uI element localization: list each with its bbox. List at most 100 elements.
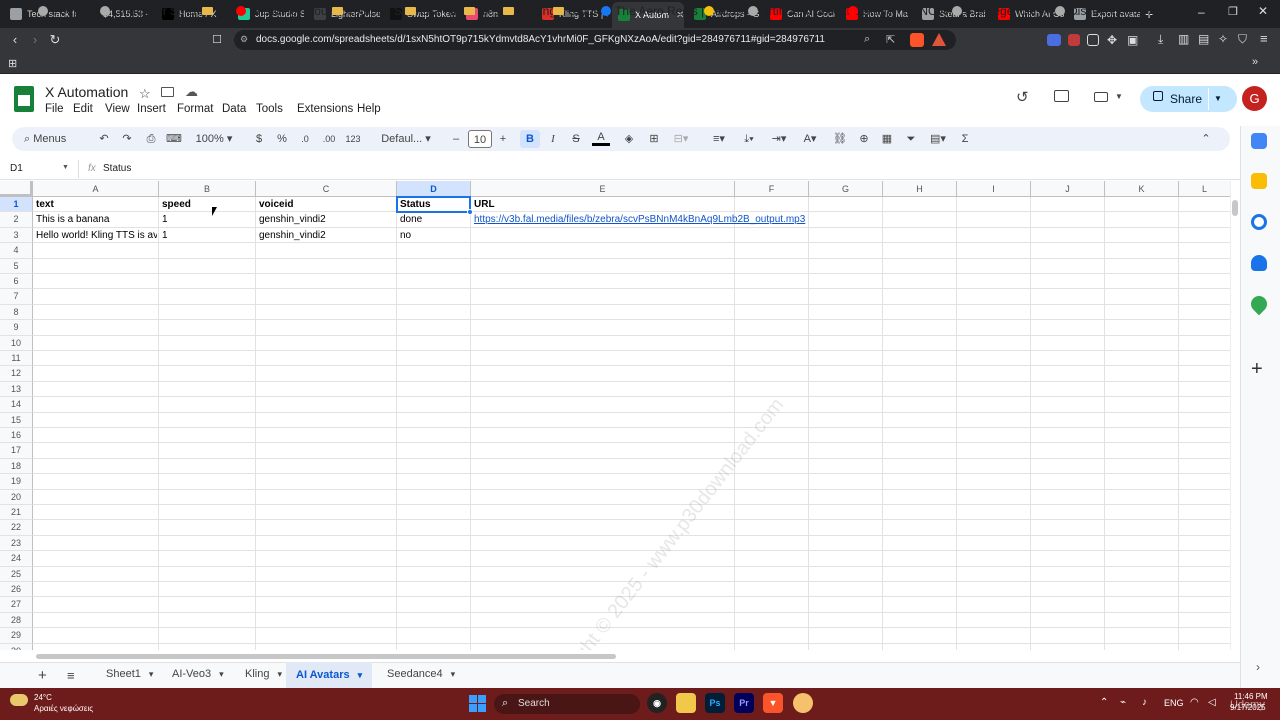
- wifi-icon[interactable]: ◠: [1190, 697, 1199, 708]
- row-header[interactable]: 20: [0, 489, 33, 505]
- data-cell[interactable]: genshin_vindi2: [256, 212, 395, 227]
- column-header[interactable]: L: [1179, 181, 1230, 197]
- column-header[interactable]: B: [159, 181, 256, 197]
- cloud-status-icon[interactable]: ☁: [185, 84, 198, 100]
- column-header[interactable]: F: [735, 181, 809, 197]
- brave-shield-icon[interactable]: [910, 33, 924, 47]
- row-header[interactable]: 25: [0, 566, 33, 582]
- reload-icon[interactable]: ↻: [46, 31, 64, 49]
- row-header[interactable]: 17: [0, 443, 33, 459]
- data-cell[interactable]: 1: [159, 228, 254, 243]
- document-title[interactable]: X Automation: [45, 84, 128, 100]
- row-header[interactable]: 8: [0, 304, 33, 321]
- data-cell[interactable]: done: [397, 212, 469, 227]
- row-header[interactable]: 7: [0, 289, 33, 305]
- comments-icon[interactable]: [1054, 90, 1069, 102]
- name-box[interactable]: D1: [10, 163, 23, 174]
- row-header[interactable]: 15: [0, 412, 33, 428]
- add-sheet-icon[interactable]: +: [38, 667, 47, 684]
- bookmark-item[interactable]: YT: [202, 4, 232, 18]
- meet-dropdown-icon[interactable]: ▼: [1115, 92, 1123, 101]
- row-header[interactable]: 14: [0, 397, 33, 413]
- column-header[interactable]: D: [397, 181, 471, 197]
- show-hidden-icons[interactable]: ⌃: [1100, 697, 1108, 708]
- fill-color-icon[interactable]: ◈: [621, 130, 637, 148]
- insert-chart-icon[interactable]: ▦: [879, 130, 895, 148]
- menu-view[interactable]: View: [105, 103, 130, 115]
- borders-icon[interactable]: ⊞: [646, 130, 662, 148]
- data-cell[interactable]: no: [397, 228, 469, 243]
- column-header[interactable]: C: [256, 181, 397, 197]
- column-header[interactable]: J: [1031, 181, 1105, 197]
- bookmark-item[interactable]: Discover 3095 Auto...: [1055, 4, 1183, 18]
- share-dropdown-icon[interactable]: ▼: [1214, 94, 1222, 103]
- vertical-scrollbar[interactable]: [1230, 181, 1240, 650]
- keep-icon[interactable]: [1251, 173, 1267, 189]
- increase-font-size-icon[interactable]: +: [497, 130, 509, 148]
- row-header[interactable]: 26: [0, 582, 33, 598]
- more-formats-button[interactable]: 123: [344, 130, 362, 148]
- close-window-icon[interactable]: ✕: [1258, 4, 1268, 18]
- bookmark-item[interactable]: Ρυθμίσεις: [38, 4, 104, 18]
- functions-icon[interactable]: Σ: [958, 130, 972, 148]
- network-icon[interactable]: ⌁: [1120, 697, 1126, 708]
- horizontal-scrollbar-thumb[interactable]: [36, 654, 616, 659]
- calendar-icon[interactable]: [1251, 133, 1267, 149]
- data-cell[interactable]: This is a banana: [33, 212, 157, 227]
- row-header[interactable]: 6: [0, 274, 33, 290]
- column-header[interactable]: A: [33, 181, 159, 197]
- premiere-icon[interactable]: Pr: [734, 693, 754, 713]
- file-explorer-icon[interactable]: [676, 693, 696, 713]
- row-header[interactable]: 2: [0, 212, 33, 228]
- forward-icon[interactable]: ›: [26, 31, 44, 49]
- maximize-icon[interactable]: ❐: [1228, 5, 1238, 18]
- row-header[interactable]: 27: [0, 597, 33, 613]
- brave-rewards-icon[interactable]: [932, 33, 946, 46]
- column-header[interactable]: E: [471, 181, 735, 197]
- spreadsheet-grid[interactable]: ABCDEFGHIJKL 1 2 3 4 5 6 7 8 9 10 11 12 13 14 15 16 17 18…: [0, 181, 1230, 650]
- volume-icon[interactable]: ◁: [1208, 697, 1216, 708]
- expand-panel-icon[interactable]: ›: [1256, 660, 1260, 674]
- font-select[interactable]: Defaul... ▾: [376, 130, 436, 148]
- extension-icon[interactable]: [1087, 34, 1099, 46]
- github-desktop-icon[interactable]: ◉: [647, 693, 667, 713]
- photoshop-icon[interactable]: Ps: [705, 693, 725, 713]
- discord-icon[interactable]: [793, 693, 813, 713]
- text-rotation-icon[interactable]: A▾: [798, 130, 822, 148]
- row-header[interactable]: 13: [0, 381, 33, 398]
- currency-format-button[interactable]: $: [252, 130, 266, 148]
- browser-menu-icon[interactable]: ≡: [1260, 31, 1268, 46]
- row-header[interactable]: 19: [0, 474, 33, 490]
- microphone-icon[interactable]: ♪: [1142, 697, 1147, 708]
- font-size-input[interactable]: 10: [468, 130, 492, 148]
- merge-cells-icon[interactable]: ⊟▾: [670, 130, 692, 148]
- menu-file[interactable]: File: [45, 103, 64, 115]
- version-history-icon[interactable]: ↺: [1016, 88, 1029, 106]
- sheet-tab-dropdown-icon[interactable]: ▾: [358, 670, 363, 681]
- language-indicator[interactable]: ENG: [1164, 698, 1184, 708]
- row-header[interactable]: 16: [0, 428, 33, 444]
- zoom-icon[interactable]: ⌕: [864, 33, 870, 46]
- data-cell[interactable]: genshin_vindi2: [256, 228, 395, 243]
- column-header[interactable]: G: [809, 181, 883, 197]
- row-header[interactable]: 21: [0, 505, 33, 521]
- sheet-tab-dropdown-icon[interactable]: ▾: [149, 669, 154, 680]
- bold-button[interactable]: B: [520, 130, 540, 148]
- undo-icon[interactable]: ↶: [96, 130, 112, 148]
- header-cell[interactable]: speed: [159, 197, 254, 212]
- strikethrough-icon[interactable]: S: [568, 130, 584, 148]
- wallet-icon[interactable]: ▤: [1198, 32, 1209, 46]
- row-header[interactable]: 30: [0, 643, 33, 650]
- text-color-icon[interactable]: A: [592, 130, 610, 146]
- star-icon[interactable]: ☆: [139, 86, 151, 102]
- name-box-dropdown-icon[interactable]: ▼: [62, 164, 69, 171]
- bookmark-item[interactable]: files: [464, 4, 500, 18]
- get-addons-icon[interactable]: +: [1251, 358, 1263, 381]
- italic-button[interactable]: I: [545, 130, 561, 148]
- row-header[interactable]: 10: [0, 335, 33, 351]
- vpn-icon[interactable]: ⛉: [1238, 32, 1247, 47]
- select-all-corner[interactable]: [0, 181, 33, 197]
- back-icon[interactable]: ‹: [6, 31, 24, 49]
- row-header[interactable]: 29: [0, 628, 33, 644]
- all-sheets-icon[interactable]: ≡: [67, 668, 75, 683]
